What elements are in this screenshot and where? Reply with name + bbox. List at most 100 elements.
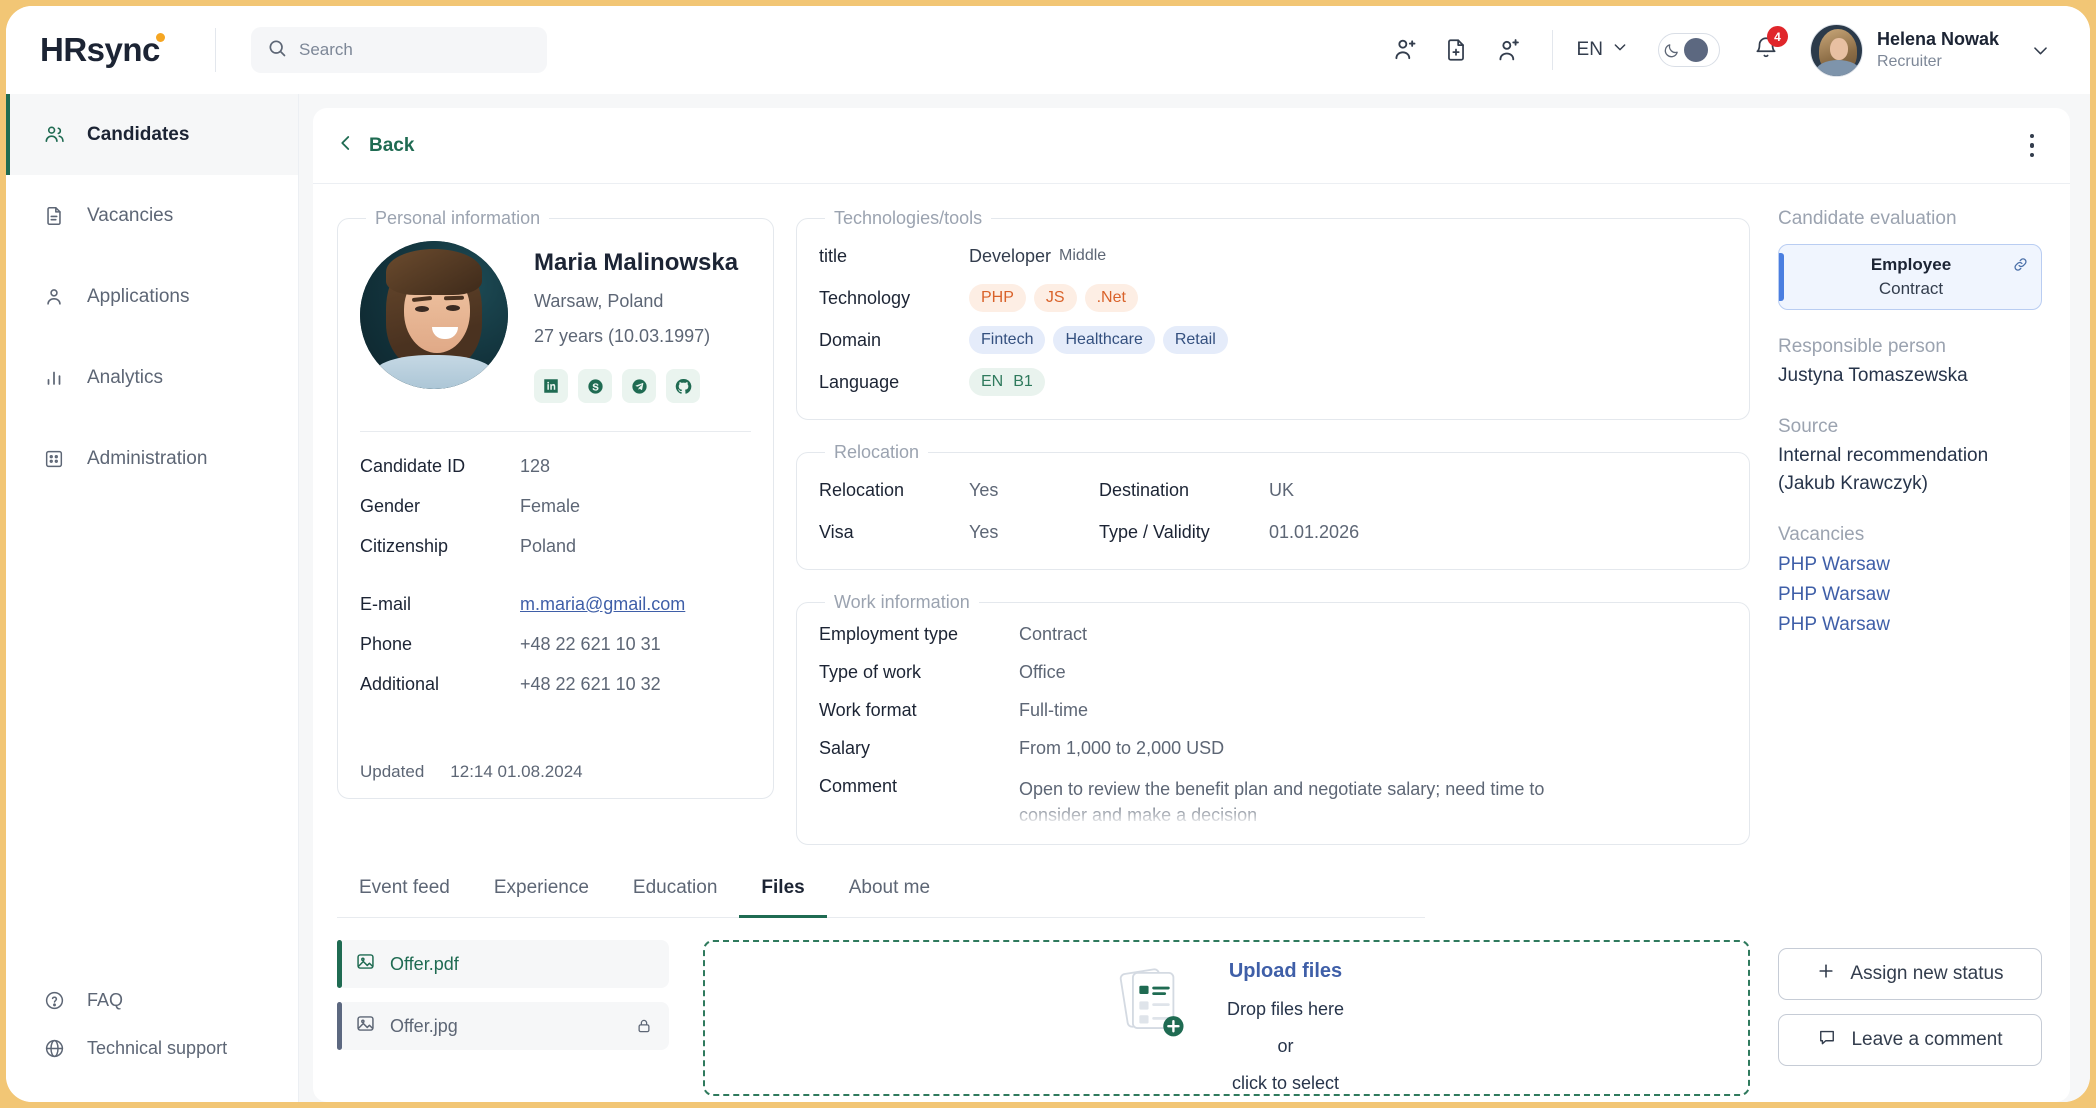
upload-dropzone[interactable]: Upload files Drop files here or click to… <box>703 940 1750 1096</box>
language-row: Language EN B1 <box>819 361 1727 403</box>
field-key: Type / Validity <box>1099 521 1210 542</box>
relocation-row: Relocation Yes Destination UK <box>819 469 1727 511</box>
file-list: Offer.pdf Offer.jpg <box>337 940 669 1096</box>
comment-value: Open to review the benefit plan and nego… <box>1019 776 1564 828</box>
tab-about-me[interactable]: About me <box>827 867 952 918</box>
personal-information-legend: Personal information <box>375 208 541 228</box>
email-link[interactable]: m.maria@gmail.com <box>520 594 685 614</box>
sidebar-item-label: Analytics <box>87 366 164 388</box>
candidate-location: Warsaw, Poland <box>534 291 664 311</box>
app-header: HRsync Search EN 4 Helena Nowak Recruite… <box>6 6 2090 94</box>
header-divider <box>215 28 216 72</box>
search-box[interactable] <box>251 27 547 73</box>
status-badge[interactable]: Employee Contract <box>1778 244 2042 310</box>
title-value: Developer <box>969 245 1052 266</box>
link-icon[interactable] <box>2012 256 2029 278</box>
domain-tag[interactable]: Retail <box>1162 326 1228 354</box>
dark-mode-toggle[interactable] <box>1657 33 1720 67</box>
language-tag[interactable]: EN B1 <box>969 368 1045 396</box>
vacancy-link[interactable]: PHP Warsaw <box>1778 580 2042 610</box>
linkedin-icon[interactable] <box>534 369 568 403</box>
sidebar-item-analytics[interactable]: Analytics <box>6 337 298 418</box>
technology-tag[interactable]: .Net <box>1084 284 1138 312</box>
vacancy-link[interactable]: PHP Warsaw <box>1778 610 2042 640</box>
work-comment-row: Comment Open to review the benefit plan … <box>819 771 1727 828</box>
notifications-button[interactable]: 4 <box>1744 26 1788 72</box>
sidebar-item-applications[interactable]: Applications <box>6 256 298 337</box>
technology-tag[interactable]: JS <box>1033 284 1077 312</box>
chevron-down-icon[interactable] <box>2031 41 2050 60</box>
add-person-icon[interactable] <box>1482 24 1534 76</box>
more-options-icon[interactable] <box>2022 126 2043 166</box>
tab-education[interactable]: Education <box>611 867 740 918</box>
person-icon <box>41 286 67 308</box>
language-selector[interactable]: EN <box>1571 39 1634 61</box>
sidebar: Candidates Vacancies Applications Analyt… <box>6 94 299 1102</box>
source-block: Source Internal recommendation (Jakub Kr… <box>1778 416 2042 498</box>
field-value: +48 22 621 10 31 <box>520 634 661 654</box>
github-icon[interactable] <box>666 369 700 403</box>
source-value: Internal recommendation (Jakub Krawczyk) <box>1778 445 1989 494</box>
work-information-card: Work information Employment type Contract… <box>796 592 1750 845</box>
domain-tag[interactable]: Healthcare <box>1053 326 1155 354</box>
title-level: Middle <box>1059 247 1107 264</box>
domain-tag[interactable]: Fintech <box>969 326 1046 354</box>
tab-files[interactable]: Files <box>739 867 827 918</box>
work-row: Employment type Contract <box>819 619 1727 657</box>
tab-experience[interactable]: Experience <box>472 867 611 918</box>
field-key: Citizenship <box>360 536 449 556</box>
user-menu[interactable]: Helena Nowak Recruiter <box>1809 23 2050 77</box>
leave-comment-button[interactable]: Leave a comment <box>1778 1014 2042 1066</box>
tab-event-feed[interactable]: Event feed <box>337 867 472 918</box>
assign-new-status-button[interactable]: Assign new status <box>1778 948 2042 1000</box>
field-key: Work format <box>819 700 917 720</box>
notification-badge: 4 <box>1766 26 1788 47</box>
tab-label: Files <box>761 877 805 898</box>
upload-line-3[interactable]: click to select <box>1227 1073 1344 1094</box>
technology-tag[interactable]: PHP <box>969 284 1026 312</box>
add-document-icon[interactable] <box>1430 24 1482 76</box>
user-name: Helena Nowak <box>1876 29 1999 50</box>
responsible-label: Responsible person <box>1778 336 1946 357</box>
detail-cards-column: Technologies/tools title Developer Middl… <box>796 208 1750 845</box>
app-logo[interactable]: HRsync <box>40 31 215 69</box>
sidebar-item-candidates[interactable]: Candidates <box>6 94 298 175</box>
relocation-row: Visa Yes Type / Validity 01.01.2026 <box>819 511 1727 553</box>
sidebar-item-administration[interactable]: Administration <box>6 418 298 499</box>
add-group-icon[interactable] <box>1378 24 1430 76</box>
people-icon <box>41 123 67 146</box>
responsible-value: Justyna Tomaszewska <box>1778 365 1968 386</box>
file-item[interactable]: Offer.pdf <box>337 940 669 988</box>
sidebar-item-vacancies[interactable]: Vacancies <box>6 175 298 256</box>
telegram-icon[interactable] <box>622 369 656 403</box>
field-row: Gender Female <box>360 486 751 526</box>
toggle-knob <box>1683 38 1708 62</box>
moon-icon <box>1663 42 1680 59</box>
field-row: Phone +48 22 621 10 31 <box>360 624 751 664</box>
search-input[interactable] <box>299 40 531 60</box>
technology-row: Technology PHP JS .Net <box>819 277 1727 319</box>
sidebar-item-technical-support[interactable]: Technical support <box>6 1024 298 1072</box>
source-label: Source <box>1778 416 1839 437</box>
sidebar-item-faq[interactable]: FAQ <box>6 976 298 1024</box>
field-value: Office <box>1019 662 1066 682</box>
panel-toolbar: Back <box>313 108 2070 184</box>
sidebar-footer: FAQ Technical support <box>6 976 298 1102</box>
file-item[interactable]: Offer.jpg <box>337 1002 669 1050</box>
vacancy-link[interactable]: PHP Warsaw <box>1778 550 2042 580</box>
panel-body: Personal information Maria Malinowska Wa… <box>313 184 2070 1102</box>
vacancies-label: Vacancies <box>1778 524 1865 545</box>
back-button[interactable]: Back <box>337 134 414 158</box>
field-key: Additional <box>360 674 440 694</box>
leave-comment-label: Leave a comment <box>1851 1029 2003 1050</box>
chevron-left-icon <box>337 134 355 158</box>
plus-icon <box>1816 961 1836 987</box>
vacancies-block: Vacancies PHP Warsaw PHP Warsaw PHP Wars… <box>1778 524 2042 640</box>
main-column: Personal information Maria Malinowska Wa… <box>313 184 1750 1102</box>
evaluation-title: Candidate evaluation <box>1778 208 1957 229</box>
app-logo-text: HRsync <box>40 31 160 68</box>
skype-icon[interactable] <box>578 369 612 403</box>
search-icon <box>267 38 287 63</box>
candidate-panel: Back Personal information Maria Malinows… <box>313 108 2070 1102</box>
app-body: Candidates Vacancies Applications Analyt… <box>6 94 2090 1102</box>
